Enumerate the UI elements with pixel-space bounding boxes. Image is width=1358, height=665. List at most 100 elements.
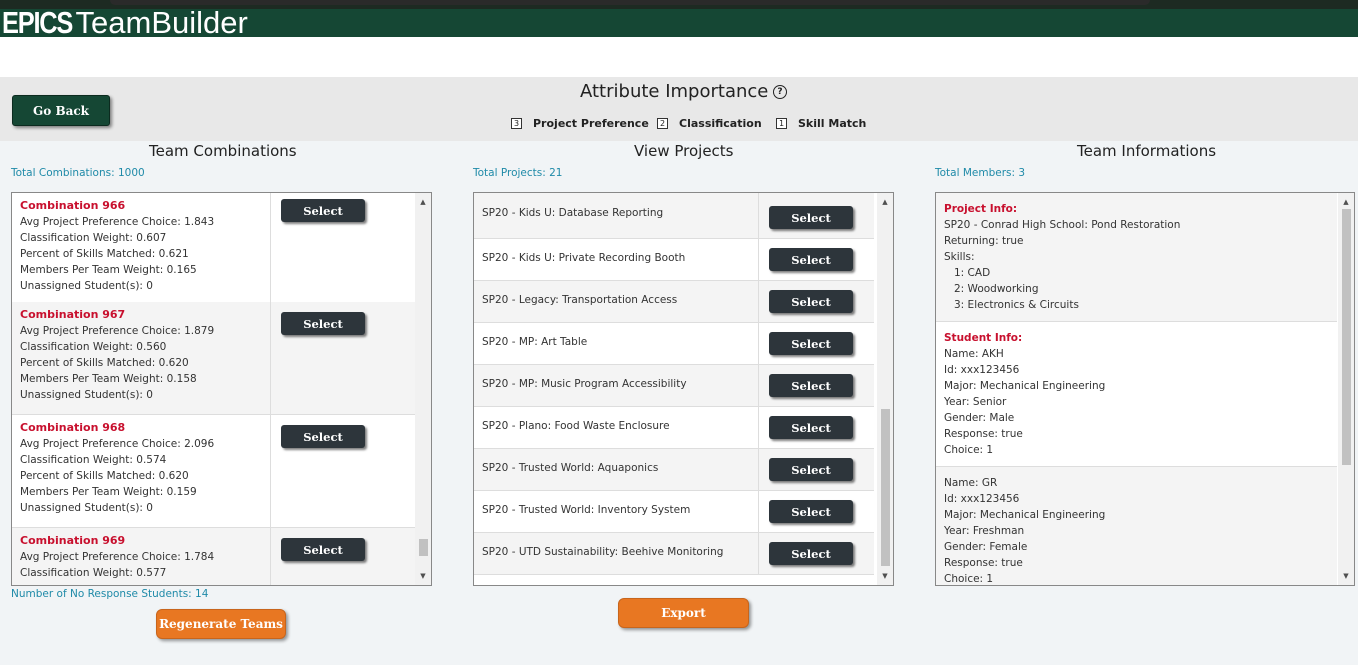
app-logo: EPICS TeamBuilder xyxy=(2,9,248,37)
project-row: SP20 - Plano: Food Waste Enclosure Selec… xyxy=(474,407,874,449)
projects-list[interactable]: SP20 - Kids U: Database Reporting Select… xyxy=(473,192,894,586)
attribute-importance-title: Attribute Importance xyxy=(580,81,769,102)
select-project-button[interactable]: Select xyxy=(769,500,853,523)
browser-chrome-bar xyxy=(110,0,1150,5)
combination-details: Combination 968 Avg Project Preference C… xyxy=(12,415,271,527)
student-field: Major: Mechanical Engineering xyxy=(944,380,1106,392)
attribute-label: Project Preference xyxy=(533,117,649,130)
header-spacer xyxy=(0,37,1358,77)
combination-stat: Unassigned Student(s): 0 xyxy=(20,280,153,292)
select-project-button[interactable]: Select xyxy=(769,458,853,481)
combinations-list[interactable]: Combination 966 Avg Project Preference C… xyxy=(11,192,432,586)
select-project-button[interactable]: Select xyxy=(769,542,853,565)
scroll-down-arrow-icon[interactable]: ▼ xyxy=(1338,569,1354,583)
project-info-skills-label: Skills: xyxy=(944,251,975,263)
student-field: Response: true xyxy=(944,428,1023,440)
combination-stat: Unassigned Student(s): 0 xyxy=(20,502,153,514)
regenerate-teams-button[interactable]: Regenerate Teams xyxy=(156,609,286,639)
combination-stat: Members Per Team Weight: 0.158 xyxy=(20,373,197,385)
go-back-button[interactable]: Go Back xyxy=(12,95,110,126)
combination-item: Combination 968 Avg Project Preference C… xyxy=(12,415,431,528)
help-icon[interactable]: ? xyxy=(773,85,787,99)
select-project-button[interactable]: Select xyxy=(769,206,853,229)
student-field: Year: Senior xyxy=(944,396,1007,408)
logo-text: TeamBuilder xyxy=(75,9,248,37)
select-project-button[interactable]: Select xyxy=(769,248,853,271)
student-field: Major: Mechanical Engineering xyxy=(944,509,1106,521)
combination-stat: Percent of Skills Matched: 0.620 xyxy=(20,470,189,482)
select-project-button[interactable]: Select xyxy=(769,374,853,397)
combination-details: Combination 969 Avg Project Preference C… xyxy=(12,528,271,585)
project-name: SP20 - UTD Sustainability: Beehive Monit… xyxy=(474,533,759,574)
scroll-up-arrow-icon[interactable]: ▲ xyxy=(1338,195,1354,209)
student-field: Response: true xyxy=(944,557,1023,569)
project-name: SP20 - Trusted World: Aquaponics xyxy=(474,449,759,490)
team-info-panel[interactable]: Project Info: SP20 - Conrad High School:… xyxy=(935,192,1355,586)
team-info-scrollbar[interactable]: ▲ ▼ xyxy=(1338,193,1354,585)
rank-input-skill-match[interactable]: 1 xyxy=(776,118,787,129)
select-combination-button[interactable]: Select xyxy=(281,312,365,335)
scroll-up-arrow-icon[interactable]: ▲ xyxy=(877,195,893,209)
student-field: Name: GR xyxy=(944,477,998,489)
select-project-button[interactable]: Select xyxy=(769,416,853,439)
browser-chrome-strip xyxy=(0,0,1358,9)
project-row: SP20 - Legacy: Transportation Access Sel… xyxy=(474,281,874,323)
student-field: Id: xxx123456 xyxy=(944,364,1020,376)
project-skill: 3: Electronics & Circuits xyxy=(954,299,1079,311)
student-field: Gender: Male xyxy=(944,412,1015,424)
combination-item: Combination 969 Avg Project Preference C… xyxy=(12,528,431,585)
total-projects: Total Projects: 21 xyxy=(473,167,563,179)
combination-details: Combination 967 Avg Project Preference C… xyxy=(12,302,271,414)
student-info-heading: Student Info: xyxy=(944,332,1023,344)
combination-name: Combination 968 xyxy=(20,421,126,434)
scroll-down-arrow-icon[interactable]: ▼ xyxy=(415,569,431,583)
scroll-up-arrow-icon[interactable]: ▲ xyxy=(415,195,431,209)
select-combination-button[interactable]: Select xyxy=(281,425,365,448)
no-response-count: Number of No Response Students: 14 xyxy=(11,588,209,600)
scrollbar-thumb[interactable] xyxy=(419,539,428,556)
combination-stat: Percent of Skills Matched: 0.620 xyxy=(20,357,189,369)
combination-stat: Members Per Team Weight: 0.159 xyxy=(20,486,197,498)
combinations-scrollbar[interactable]: ▲ ▼ xyxy=(415,193,431,585)
student-field: Choice: 1 xyxy=(944,444,994,456)
project-name: SP20 - Trusted World: Inventory System xyxy=(474,491,759,532)
select-combination-button[interactable]: Select xyxy=(281,538,365,561)
project-skill: 1: CAD xyxy=(954,267,991,279)
project-row: SP20 - Trusted World: Aquaponics Select xyxy=(474,449,874,491)
combination-stat: Members Per Team Weight: 0.165 xyxy=(20,264,197,276)
combination-name: Combination 966 xyxy=(20,199,126,212)
project-name: SP20 - Kids U: Private Recording Booth xyxy=(474,239,759,280)
project-name: SP20 - MP: Music Program Accessibility xyxy=(474,365,759,406)
total-members: Total Members: 3 xyxy=(935,167,1026,179)
student-info-block: Name: GR Id: xxx123456 Major: Mechanical… xyxy=(936,467,1337,585)
combination-stat: Classification Weight: 0.560 xyxy=(20,341,167,353)
project-row: SP20 - Trusted World: Inventory System S… xyxy=(474,491,874,533)
student-field: Gender: Female xyxy=(944,541,1028,553)
project-name: SP20 - Plano: Food Waste Enclosure xyxy=(474,407,759,448)
export-button[interactable]: Export xyxy=(618,598,749,628)
projects-scrollbar[interactable]: ▲ ▼ xyxy=(877,193,893,585)
project-row: SP20 - Kids U: Private Recording Booth S… xyxy=(474,239,874,281)
scrollbar-thumb[interactable] xyxy=(881,409,890,566)
select-combination-button[interactable]: Select xyxy=(281,199,365,222)
logo-bold-text: EPICS xyxy=(2,9,73,37)
student-field: Name: AKH xyxy=(944,348,1004,360)
scrollbar-thumb[interactable] xyxy=(1342,209,1351,465)
select-project-button[interactable]: Select xyxy=(769,332,853,355)
project-name: SP20 - Kids U: Database Reporting xyxy=(474,193,759,238)
combination-stat: Classification Weight: 0.574 xyxy=(20,454,167,466)
rank-input-classification[interactable]: 2 xyxy=(657,118,668,129)
combination-stat: Avg Project Preference Choice: 1.879 xyxy=(20,325,215,337)
combination-stat: Percent of Skills Matched: 0.621 xyxy=(20,248,189,260)
project-info-block: Project Info: SP20 - Conrad High School:… xyxy=(936,193,1337,322)
project-name: SP20 - Legacy: Transportation Access xyxy=(474,281,759,322)
attribute-label: Skill Match xyxy=(798,117,867,130)
rank-input-project-preference[interactable]: 3 xyxy=(511,118,522,129)
total-combinations: Total Combinations: 1000 xyxy=(11,167,145,179)
combination-stat: Avg Project Preference Choice: 1.843 xyxy=(20,216,215,228)
project-row: SP20 - Kids U: Database Reporting Select xyxy=(474,193,874,239)
select-project-button[interactable]: Select xyxy=(769,290,853,313)
combination-stat: Avg Project Preference Choice: 1.784 xyxy=(20,551,215,563)
combination-stat: Classification Weight: 0.607 xyxy=(20,232,167,244)
scroll-down-arrow-icon[interactable]: ▼ xyxy=(877,569,893,583)
